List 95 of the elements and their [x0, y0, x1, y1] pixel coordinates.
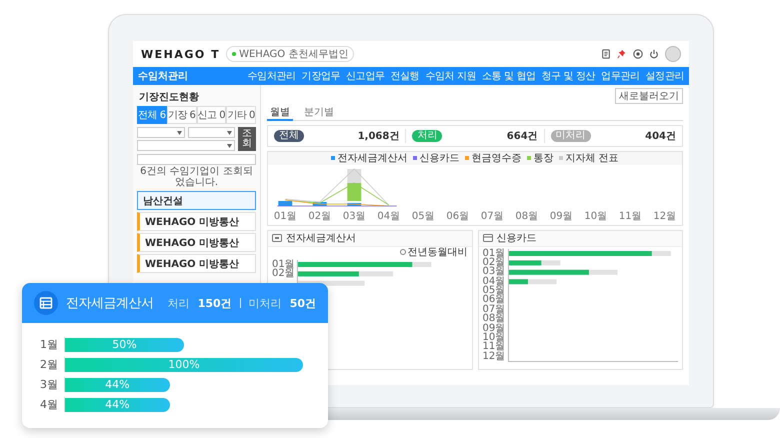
- axis-label: 08월: [482, 314, 506, 324]
- client-card[interactable]: WEHAGO 미방통산: [137, 254, 256, 273]
- count-text: 404건: [645, 130, 676, 142]
- axis-label: 02월: [482, 258, 506, 268]
- clipboard-icon[interactable]: [601, 49, 611, 59]
- legend-label: 신용카드: [419, 152, 460, 165]
- card-title: 신용카드: [496, 232, 536, 245]
- legend-label: 전자세금계산서: [337, 152, 408, 165]
- caret-icon: [176, 130, 182, 134]
- pin-icon[interactable]: [617, 49, 627, 59]
- menu-item[interactable]: 소통 및 협업: [482, 69, 536, 83]
- result-text: 6건의 수임기업이 조회되었습니다.: [139, 167, 254, 188]
- card-title: 전자세금계산서: [286, 232, 356, 245]
- axis-label: 03월: [482, 267, 506, 277]
- count-text: 664건: [506, 130, 538, 142]
- legend-label: 지자체 전표: [565, 152, 619, 165]
- axis-label: 11월: [618, 210, 642, 222]
- view-tab[interactable]: 월별: [267, 105, 293, 121]
- menu-item[interactable]: 수임처 지원: [425, 69, 476, 83]
- count-text: 1,068건: [358, 130, 400, 142]
- axis-label: 02월: [308, 210, 332, 222]
- status-badge: 전체: [274, 130, 304, 142]
- company-chip[interactable]: WEHAGO 춘천세무법인: [226, 46, 354, 62]
- menu-item[interactable]: 기장업무: [302, 69, 340, 83]
- panel-title: 기장진도현황: [139, 91, 200, 104]
- axis-label: 12월: [653, 210, 676, 222]
- menu-item[interactable]: 전실행: [390, 69, 420, 83]
- app-title: 수임처관리: [138, 70, 188, 83]
- dropdown-field[interactable]: [137, 140, 235, 151]
- axis-label: 05월: [412, 210, 435, 222]
- axis-label: 06월: [446, 210, 470, 222]
- axis-label: 11월: [482, 342, 506, 352]
- avatar[interactable]: [665, 46, 681, 62]
- axis-label: 12월: [482, 352, 506, 362]
- card-icon: [482, 233, 492, 243]
- filter-tab[interactable]: 신고 0: [196, 106, 226, 124]
- axis-label: 02월: [272, 268, 296, 278]
- stat-count: 50건: [290, 296, 316, 310]
- axis-label: 04월: [482, 276, 506, 286]
- card-title: 전자세금계산서: [66, 295, 154, 312]
- record-icon[interactable]: [633, 49, 643, 59]
- client-card[interactable]: WEHAGO 미방통산: [137, 233, 256, 252]
- axis-label: 04월: [377, 210, 400, 222]
- chart-bar: 100%: [65, 358, 303, 372]
- axis-label: 1월: [39, 337, 58, 352]
- status-badge: 처리: [412, 130, 442, 142]
- menu-item[interactable]: 신고업무: [346, 69, 384, 83]
- axis-label: 09월: [550, 210, 573, 222]
- axis-label: 4월: [39, 397, 58, 412]
- search-button[interactable]: 조회: [238, 127, 256, 151]
- axis-label: 2월: [39, 357, 58, 372]
- axis-label: 10월: [584, 210, 608, 222]
- legend-label: 현금영수증: [471, 152, 522, 165]
- dropdown-field[interactable]: [137, 127, 184, 138]
- filter-tab[interactable]: 기장 6: [166, 106, 196, 124]
- axis-label: 05월: [482, 286, 506, 296]
- axis-label: 09월: [482, 324, 506, 334]
- dropdown-field[interactable]: [188, 127, 235, 138]
- client-card[interactable]: 남산건설: [137, 191, 256, 210]
- refresh-button[interactable]: 새로불러오기: [615, 88, 683, 104]
- axis-label: 01월: [274, 210, 297, 222]
- logo[interactable]: WEHAGO T: [141, 48, 220, 60]
- axis-label: 01월: [272, 260, 296, 269]
- view-tab[interactable]: 분기별: [301, 105, 337, 120]
- power-icon[interactable]: [649, 49, 659, 59]
- axis-label: 01월: [482, 248, 506, 258]
- axis-label: 08월: [515, 210, 538, 222]
- invoice-icon: [272, 233, 282, 243]
- radio-button[interactable]: [400, 249, 406, 255]
- filter-tab[interactable]: 전체 6: [137, 106, 167, 124]
- chart-bar: 50%: [65, 338, 184, 352]
- chart-bar: 44%: [65, 398, 170, 412]
- axis-label: 07월: [482, 304, 506, 314]
- table-icon: [34, 291, 58, 315]
- axis-label: 06월: [482, 295, 506, 305]
- axis-label: 10월: [482, 333, 506, 342]
- stat-label: 처리: [168, 296, 190, 310]
- caret-icon: [227, 130, 232, 134]
- menu-item[interactable]: 수임처관리: [248, 69, 296, 83]
- axis-label: 07월: [480, 210, 504, 222]
- search-field[interactable]: [137, 154, 256, 165]
- client-card[interactable]: WEHAGO 미방통산: [137, 212, 256, 231]
- menu-item[interactable]: 설정관리: [646, 69, 684, 83]
- menu-item[interactable]: 청구 및 정산: [542, 69, 596, 83]
- menu-item[interactable]: 업무관리: [601, 69, 640, 83]
- axis-label: 3월: [39, 377, 58, 392]
- chart-bar: 44%: [65, 378, 170, 392]
- caret-icon: [227, 144, 232, 148]
- filter-tab[interactable]: 기타 0: [226, 106, 256, 124]
- status-badge: 미처리: [550, 130, 591, 142]
- axis-label: 03월: [342, 210, 366, 222]
- stat-label: 미처리: [248, 296, 282, 310]
- legend-label: 통장: [533, 152, 554, 165]
- option-label: 전년동월대비: [408, 246, 468, 259]
- stat-count: 150건: [198, 296, 232, 310]
